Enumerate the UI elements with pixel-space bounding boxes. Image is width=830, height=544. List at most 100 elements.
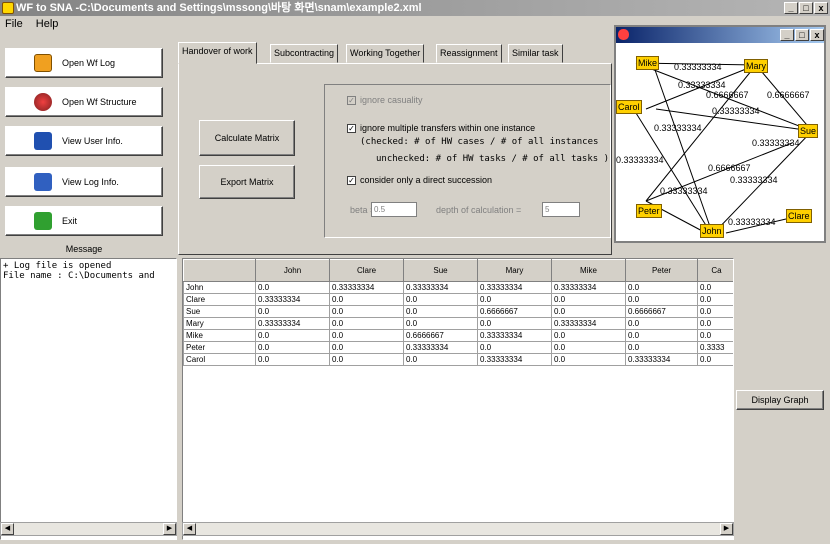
table-cell[interactable]: 0.0: [697, 317, 733, 330]
window-title-bar[interactable]: WF to SNA -C:\Documents and Settings\mss…: [0, 0, 830, 16]
graph-window[interactable]: _ □ x 0.33333334 0.33333334 0.6666667 0.…: [614, 25, 826, 243]
maximize-button[interactable]: □: [799, 2, 813, 14]
row-header-cell[interactable]: Carol: [183, 353, 256, 366]
table-row[interactable]: Carol 0.0 0.0 0.0 0.33333334 0.0 0.33333334 0.0: [183, 353, 733, 366]
table-cell[interactable]: 0.33333334: [625, 353, 698, 366]
matrix-table-area[interactable]: John Clare Sue Mary Mike Peter Ca John 0.0 0.333…: [182, 258, 734, 540]
column-header[interactable]: Mary: [477, 259, 552, 282]
scroll-left-icon[interactable]: ◀: [1, 523, 14, 535]
open-log-button[interactable]: Open Wf Log: [5, 48, 163, 78]
table-cell[interactable]: 0.0: [551, 341, 626, 354]
graph-close-button[interactable]: x: [810, 29, 824, 41]
table-cell[interactable]: 0.0: [697, 305, 733, 318]
table-cell[interactable]: 0.0: [255, 353, 330, 366]
tab-subcontracting[interactable]: Subcontracting: [270, 44, 339, 63]
table-cell[interactable]: 0.33333334: [551, 281, 626, 294]
table-cell[interactable]: 0.33333334: [477, 329, 552, 342]
row-header-cell[interactable]: Clare: [183, 293, 256, 306]
row-header-cell[interactable]: Sue: [183, 305, 256, 318]
column-header[interactable]: Mike: [551, 259, 626, 282]
table-cell[interactable]: 0.6666667: [625, 305, 698, 318]
matrix-hscrollbar[interactable]: ◀ ▶: [182, 522, 734, 536]
row-header-cell[interactable]: Mary: [183, 317, 256, 330]
table-cell[interactable]: 0.0: [329, 293, 404, 306]
ignore-causality-checkbox[interactable]: ✓: [347, 96, 356, 105]
view-user-button[interactable]: View User Info.: [5, 126, 163, 156]
scroll-right-icon[interactable]: ▶: [720, 523, 733, 535]
table-cell[interactable]: 0.33333334: [477, 353, 552, 366]
table-cell[interactable]: 0.33333334: [255, 293, 330, 306]
table-cell[interactable]: 0.33333334: [255, 317, 330, 330]
table-cell[interactable]: 0.0: [329, 341, 404, 354]
graph-node[interactable]: Mike: [636, 56, 660, 70]
table-row[interactable]: John 0.0 0.33333334 0.33333334 0.33333334 0.3…: [183, 281, 733, 294]
column-header[interactable]: Peter: [625, 259, 698, 282]
table-cell[interactable]: 0.33333334: [477, 281, 552, 294]
table-cell[interactable]: 0.0: [551, 329, 626, 342]
table-cell[interactable]: 0.0: [255, 281, 330, 294]
graph-node[interactable]: John: [700, 224, 724, 238]
row-header-cell[interactable]: John: [183, 281, 256, 294]
table-cell[interactable]: 0.0: [625, 281, 698, 294]
close-button[interactable]: x: [814, 2, 828, 14]
table-cell[interactable]: 0.0: [625, 293, 698, 306]
graph-maximize-button[interactable]: □: [795, 29, 809, 41]
table-row[interactable]: Sue 0.0 0.0 0.0 0.6666667 0.0 0.6666667 0.0: [183, 305, 733, 318]
minimize-button[interactable]: _: [784, 2, 798, 14]
table-cell[interactable]: 0.0: [477, 341, 552, 354]
graph-minimize-button[interactable]: _: [780, 29, 794, 41]
column-header[interactable]: John: [255, 259, 330, 282]
table-cell[interactable]: 0.6666667: [403, 329, 478, 342]
export-matrix-button[interactable]: Export Matrix: [199, 165, 295, 199]
scroll-left-icon[interactable]: ◀: [183, 523, 196, 535]
table-cell[interactable]: 0.0: [255, 305, 330, 318]
table-cell[interactable]: 0.0: [329, 305, 404, 318]
table-cell[interactable]: 0.0: [255, 341, 330, 354]
message-area[interactable]: + Log file is opened File name : C:\Docu…: [0, 258, 177, 540]
depth-input[interactable]: [542, 202, 580, 217]
table-cell[interactable]: 0.3333: [697, 341, 733, 354]
table-cell[interactable]: 0.0: [403, 293, 478, 306]
table-cell[interactable]: 0.33333334: [551, 317, 626, 330]
table-cell[interactable]: 0.0: [329, 353, 404, 366]
tab-working-together[interactable]: Working Together: [346, 44, 425, 63]
direct-succession-checkbox[interactable]: ✓: [347, 176, 356, 185]
table-cell[interactable]: 0.0: [403, 353, 478, 366]
table-row[interactable]: Mike 0.0 0.0 0.6666667 0.33333334 0.0 0.0 0.0: [183, 329, 733, 342]
scroll-right-icon[interactable]: ▶: [163, 523, 176, 535]
table-cell[interactable]: 0.0: [477, 317, 552, 330]
tab-similar-task[interactable]: Similar task: [508, 44, 563, 63]
ignore-multiple-checkbox[interactable]: ✓: [347, 124, 356, 133]
table-cell[interactable]: 0.0: [625, 329, 698, 342]
table-cell[interactable]: 0.0: [329, 317, 404, 330]
table-cell[interactable]: 0.33333334: [403, 341, 478, 354]
row-header-cell[interactable]: Mike: [183, 329, 256, 342]
table-cell[interactable]: 0.0: [551, 353, 626, 366]
tab-handover[interactable]: Handover of work: [178, 42, 257, 64]
table-cell[interactable]: 0.0: [625, 341, 698, 354]
table-cell[interactable]: 0.6666667: [477, 305, 552, 318]
table-cell[interactable]: 0.0: [403, 305, 478, 318]
table-cell[interactable]: 0.0: [625, 317, 698, 330]
table-row[interactable]: Mary 0.33333334 0.0 0.0 0.0 0.33333334 0.0 0.0: [183, 317, 733, 330]
column-header[interactable]: Clare: [329, 259, 404, 282]
display-graph-button[interactable]: Display Graph: [736, 390, 824, 410]
table-cell[interactable]: 0.0: [403, 317, 478, 330]
table-cell[interactable]: 0.0: [255, 329, 330, 342]
table-row[interactable]: Clare 0.33333334 0.0 0.0 0.0 0.0 0.0 0.0: [183, 293, 733, 306]
table-cell[interactable]: 0.0: [697, 329, 733, 342]
tab-reassignment[interactable]: Reassignment: [436, 44, 502, 63]
column-header[interactable]: [183, 259, 256, 282]
column-header[interactable]: Sue: [403, 259, 478, 282]
graph-node[interactable]: Clare: [786, 209, 812, 223]
table-cell[interactable]: 0.0: [697, 353, 733, 366]
table-cell[interactable]: 0.0: [551, 305, 626, 318]
row-header-cell[interactable]: Peter: [183, 341, 256, 354]
table-cell[interactable]: 0.0: [329, 329, 404, 342]
graph-node[interactable]: Sue: [798, 124, 819, 138]
graph-node[interactable]: Peter: [636, 204, 662, 218]
table-cell[interactable]: 0.33333334: [329, 281, 404, 294]
open-structure-button[interactable]: Open Wf Structure: [5, 87, 163, 117]
table-cell[interactable]: 0.0: [697, 281, 733, 294]
message-hscrollbar[interactable]: ◀ ▶: [0, 522, 177, 536]
